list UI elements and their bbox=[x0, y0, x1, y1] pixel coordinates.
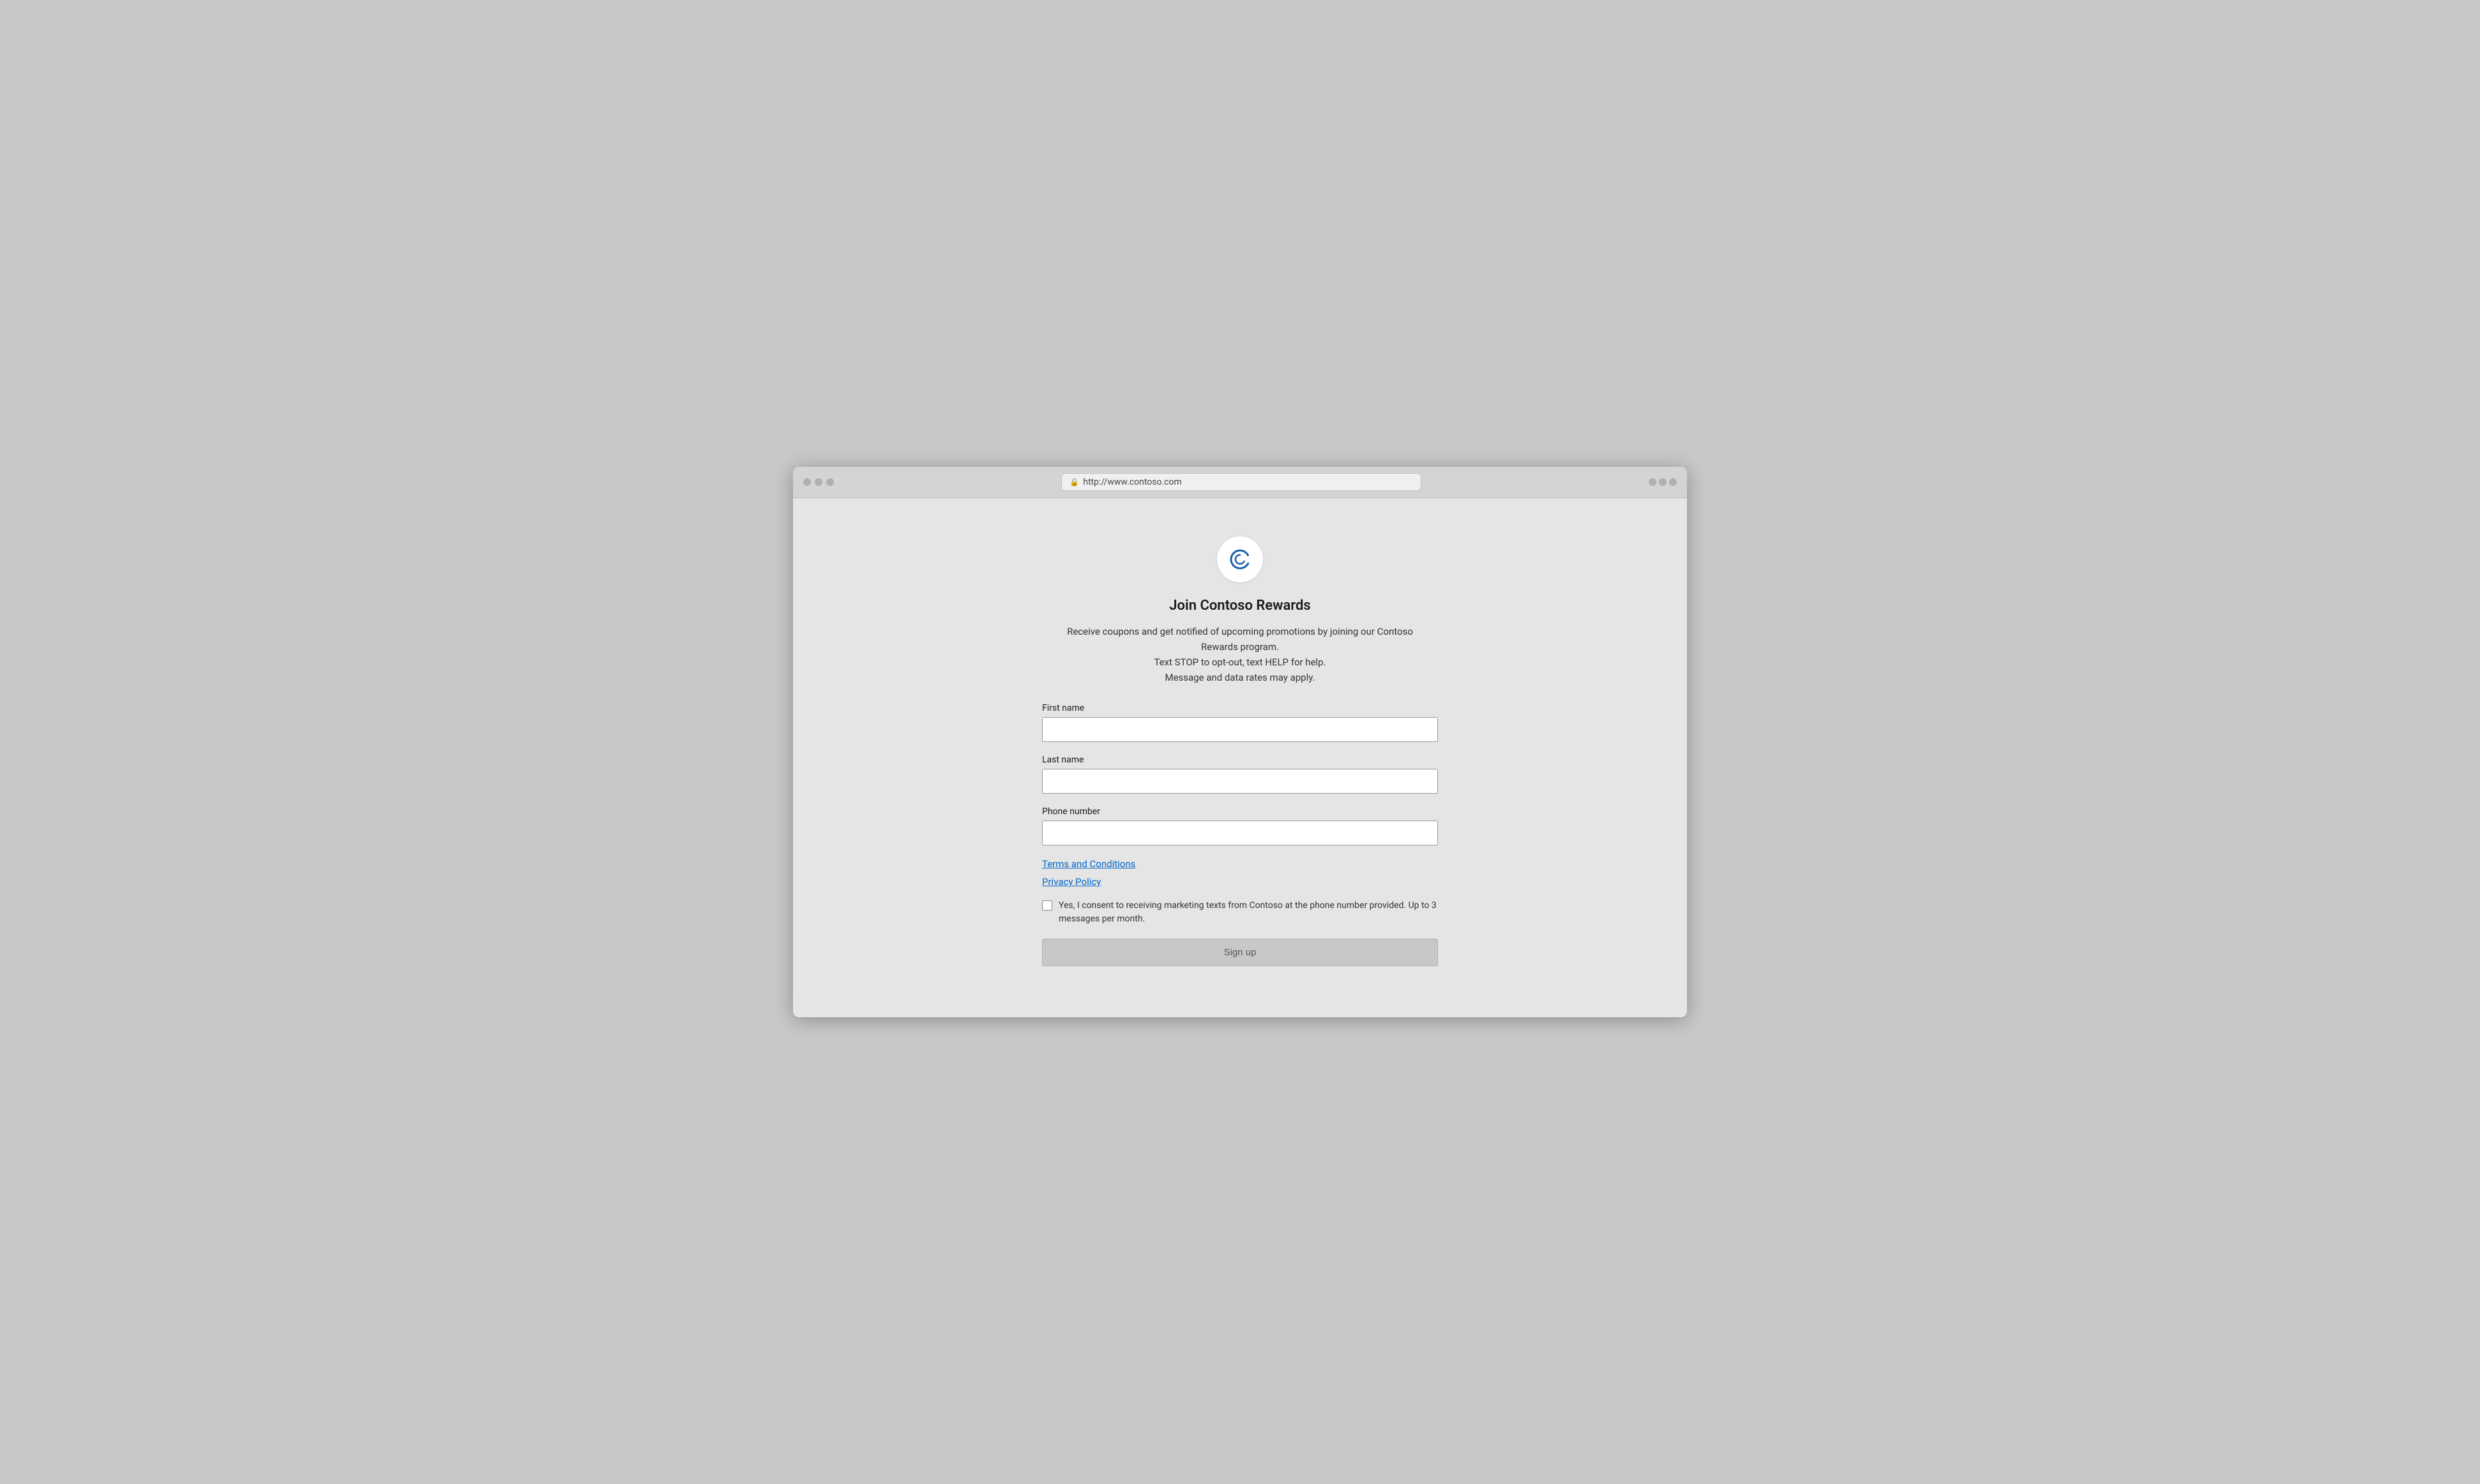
phone-input[interactable] bbox=[1042, 821, 1438, 845]
privacy-link[interactable]: Privacy Policy bbox=[1042, 876, 1438, 888]
browser-content: Join Contoso Rewards Receive coupons and… bbox=[793, 498, 1687, 1017]
description-line1: Receive coupons and get notified of upco… bbox=[1067, 626, 1413, 653]
url-text: http://www.contoso.com bbox=[1083, 477, 1182, 487]
window-buttons bbox=[1649, 478, 1677, 486]
window-btn-3 bbox=[1669, 478, 1677, 486]
phone-group: Phone number bbox=[1042, 806, 1438, 845]
first-name-input[interactable] bbox=[1042, 717, 1438, 742]
address-bar[interactable]: 🔒 http://www.contoso.com bbox=[1061, 473, 1421, 491]
page-description: Receive coupons and get notified of upco… bbox=[1055, 624, 1425, 685]
consent-row: Yes, I consent to receiving marketing te… bbox=[1042, 899, 1438, 926]
form-fields: First name Last name Phone number Terms … bbox=[1042, 703, 1438, 966]
terms-link[interactable]: Terms and Conditions bbox=[1042, 858, 1438, 870]
consent-text: Yes, I consent to receiving marketing te… bbox=[1059, 899, 1438, 926]
lock-icon: 🔒 bbox=[1070, 478, 1079, 487]
window-btn-2 bbox=[1659, 478, 1667, 486]
phone-label: Phone number bbox=[1042, 806, 1438, 817]
last-name-input[interactable] bbox=[1042, 769, 1438, 794]
page-title: Join Contoso Rewards bbox=[1169, 598, 1310, 614]
description-line3: Message and data rates may apply. bbox=[1165, 672, 1315, 683]
address-bar-wrapper: 🔒 http://www.contoso.com bbox=[842, 473, 1641, 491]
form-container: Join Contoso Rewards Receive coupons and… bbox=[1042, 536, 1438, 966]
contoso-logo-icon bbox=[1227, 546, 1253, 573]
last-name-group: Last name bbox=[1042, 755, 1438, 794]
browser-chrome: 🔒 http://www.contoso.com bbox=[793, 467, 1687, 498]
logo-circle bbox=[1217, 536, 1263, 582]
first-name-group: First name bbox=[1042, 703, 1438, 742]
description-line2: Text STOP to opt-out, text HELP for help… bbox=[1154, 656, 1326, 668]
consent-checkbox[interactable] bbox=[1042, 900, 1052, 911]
traffic-light-2 bbox=[815, 478, 822, 486]
browser-window: 🔒 http://www.contoso.com Join Contoso Re… bbox=[793, 467, 1687, 1017]
traffic-light-1 bbox=[803, 478, 811, 486]
window-btn-1 bbox=[1649, 478, 1656, 486]
last-name-label: Last name bbox=[1042, 755, 1438, 765]
browser-traffic-lights bbox=[803, 478, 834, 486]
first-name-label: First name bbox=[1042, 703, 1438, 713]
traffic-light-3 bbox=[826, 478, 834, 486]
signup-button[interactable]: Sign up bbox=[1042, 939, 1438, 966]
